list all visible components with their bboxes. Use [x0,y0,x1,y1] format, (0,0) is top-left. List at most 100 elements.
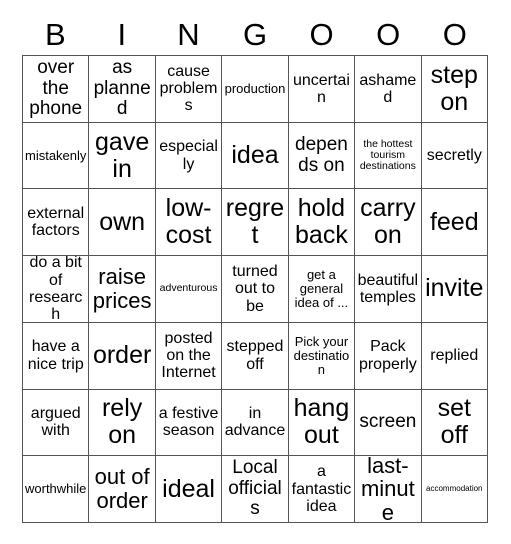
bingo-grid: over the phone as planned cause problems pr… [22,55,488,523]
bingo-cell[interactable]: order [89,322,156,390]
bingo-cell[interactable]: posted on the Internet [155,322,223,390]
bingo-cell[interactable]: screen [355,389,422,457]
bingo-cell-label: raise prices [92,264,152,313]
bingo-cell-label: depends on [295,134,348,176]
bingo-cell-label: low-cost [165,194,212,250]
bingo-cell[interactable]: low-cost [155,189,223,257]
bingo-cell-label: over the phone [29,57,83,120]
bingo-cell[interactable]: stepped off [222,322,289,390]
bingo-card: B I N G O O O over the phone as planned ca… [0,0,511,544]
bingo-cell[interactable]: hang out [288,389,356,457]
bingo-cell[interactable]: a festive season [155,389,223,457]
bingo-cell[interactable]: feed [421,189,488,257]
bingo-cell[interactable]: worthwhile [23,456,90,523]
bingo-cell-label: accommodation [426,483,483,493]
bingo-cell[interactable]: Pack properly [355,322,422,390]
bingo-cell-label: uncertain [292,71,350,106]
bingo-cell[interactable]: Local officials [222,456,289,523]
bingo-cell[interactable]: external factors [23,189,90,257]
bingo-cell-label: a festive season [158,405,219,440]
bingo-cell[interactable]: a fantastic idea [288,456,356,523]
bingo-cell[interactable]: raise prices [89,256,156,323]
bingo-cell[interactable]: hold back [288,189,356,257]
bingo-cell[interactable]: get a general idea of ... [288,256,356,323]
bingo-cell[interactable]: step on [421,56,488,123]
bingo-cell[interactable]: do a bit of research [23,256,90,323]
bingo-header-letter-1: B [44,17,66,52]
bingo-cell[interactable]: cause problems [155,56,223,123]
bingo-cell-label: do a bit of research [29,256,83,323]
bingo-cell[interactable]: regret [222,189,289,257]
bingo-cell[interactable]: depends on [288,122,356,190]
bingo-cell[interactable]: mistakenly [23,122,90,190]
bingo-cell[interactable]: carry on [355,189,422,257]
bingo-cell[interactable]: idea [222,122,289,190]
bingo-cell-label: carry on [360,194,416,250]
bingo-cell[interactable]: adventurous [155,256,223,323]
bingo-cell-label: external factors [27,205,85,240]
bingo-cell-label: have a nice trip [27,338,84,373]
bingo-cell-label: screen [359,411,417,433]
bingo-cell-label: rely on [101,394,143,450]
bingo-cell-label: stepped off [226,338,284,373]
bingo-cell[interactable]: in advance [222,389,289,457]
bingo-cell[interactable]: beautiful temples [355,256,422,323]
bingo-cell-label: in advance [224,405,286,440]
bingo-cell-label: set off [437,394,471,450]
bingo-header-letter-3: N [177,17,200,52]
bingo-cell-label: hold back [295,194,348,250]
bingo-cell[interactable]: argued with [23,389,90,457]
bingo-cell-label: turned out to be [232,263,278,315]
bingo-cell[interactable]: as planned [89,56,156,123]
bingo-cell-label: step on [430,60,478,116]
bingo-cell-label: the hottest tourism destinations [359,137,416,173]
bingo-cell-label: production [224,80,286,96]
bingo-header-letter-5: O [309,17,334,52]
bingo-cell-label: replied [430,347,479,365]
bingo-cell[interactable]: the hottest tourism destinations [355,122,422,190]
bingo-cell[interactable]: over the phone [23,56,90,123]
bingo-cell-label: feed [429,207,479,236]
bingo-cell[interactable]: ideal [155,456,223,523]
bingo-cell[interactable]: turned out to be [222,256,289,323]
bingo-cell-label: regret [225,194,285,250]
bingo-cell[interactable]: set off [421,389,488,457]
bingo-cell-label: order [92,341,152,370]
bingo-header-letter-6: O [376,17,401,52]
bingo-cell[interactable]: invite [421,256,488,323]
bingo-cell-label: argued with [30,405,81,440]
bingo-cell-label: adventurous [159,282,218,295]
bingo-cell[interactable]: Pick your destination [288,322,356,390]
bingo-cell-label: ashamed [359,71,417,106]
bingo-cell[interactable]: last-minute [355,456,422,523]
bingo-cell-label: as planned [93,57,151,120]
bingo-header-letter-7: O [442,17,467,52]
bingo-cell-label: idea [231,141,279,170]
bingo-cell[interactable]: accommodation [421,456,488,523]
bingo-cell-label: especially [159,138,218,173]
bingo-cell-label: beautiful temples [357,271,419,306]
bingo-cell-label: Pack properly [358,338,417,373]
bingo-cell-label: posted on the Internet [161,329,216,382]
bingo-cell-label: last-minute [360,456,415,523]
bingo-cell-label: hang out [293,394,350,450]
bingo-cell[interactable]: ashamed [355,56,422,123]
bingo-cell-label: mistakenly [25,147,87,163]
bingo-cell[interactable]: gave in [89,122,156,190]
bingo-cell[interactable]: replied [421,322,488,390]
bingo-cell[interactable]: rely on [89,389,156,457]
bingo-cell-label: Local officials [228,457,282,520]
bingo-cell[interactable]: especially [155,122,223,190]
bingo-cell-label: out of order [94,464,150,514]
bingo-cell[interactable]: out of order [89,456,156,523]
bingo-cell-label: Pick your destination [293,333,350,377]
bingo-cell-label: cause problems [159,62,218,115]
bingo-cell[interactable]: secretly [421,122,488,190]
bingo-cell[interactable]: production [222,56,289,123]
bingo-cell[interactable]: uncertain [288,56,356,123]
bingo-cell[interactable]: own [89,189,156,257]
bingo-cell[interactable]: have a nice trip [23,322,90,390]
bingo-cell-label: own [99,207,146,236]
bingo-cell-label: secretly [426,146,482,164]
bingo-header-letter-4: G [242,17,268,52]
